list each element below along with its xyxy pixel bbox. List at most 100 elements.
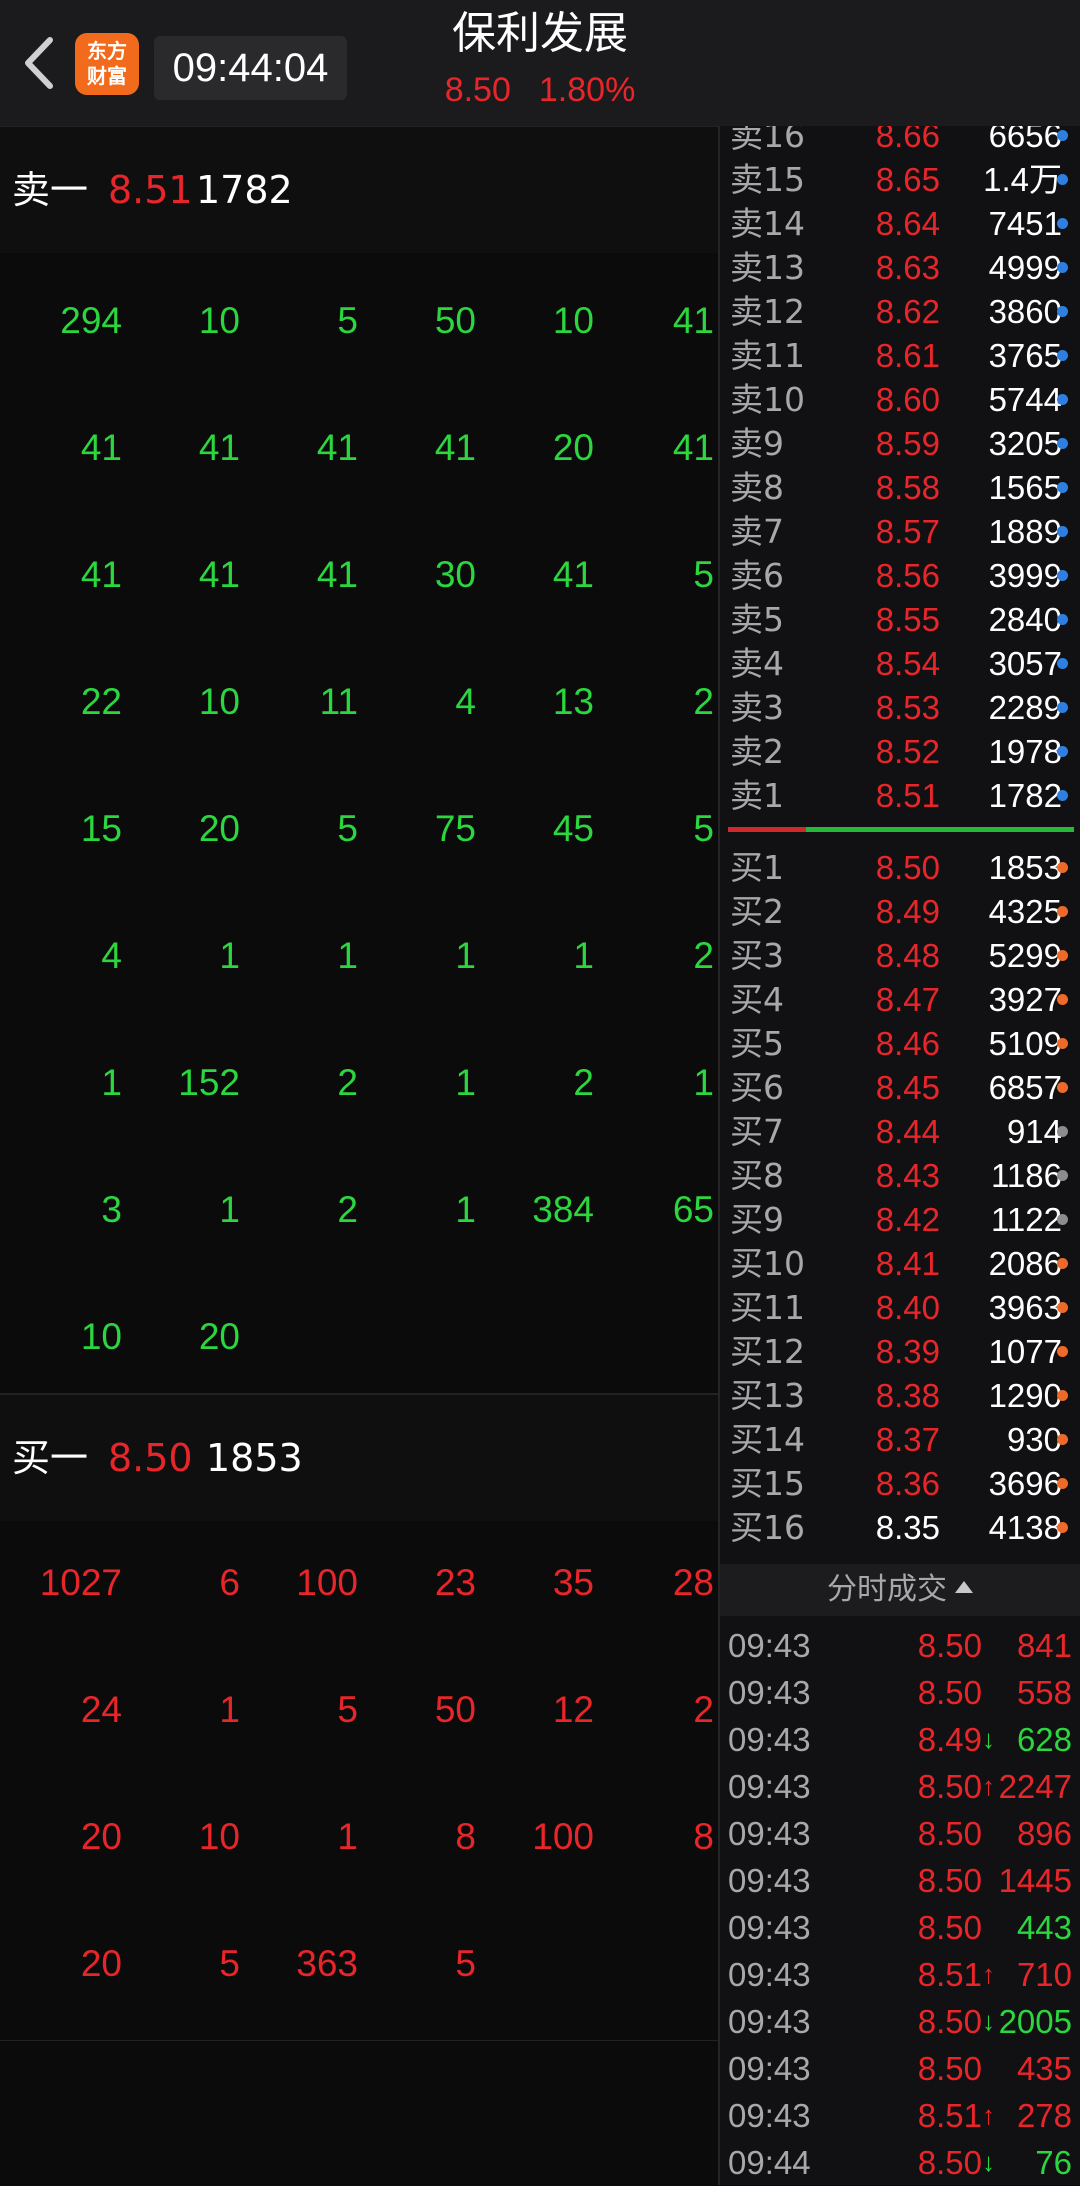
ask-volume: 7451 [988,205,1062,242]
bid-row[interactable]: 买16 8.35 4138 [720,1506,1080,1550]
ask-row[interactable]: 卖11 8.61 3765 [720,334,1080,378]
queue-order-cell: 28 [672,1562,714,1603]
bid-row[interactable]: 买5 8.46 5109 [720,1022,1080,1066]
queue-order-cell: 41 [552,554,594,595]
ask-row[interactable]: 卖6 8.56 3999 [720,554,1080,598]
trades-tab[interactable]: 分时成交 [720,1564,1080,1616]
ask-price: 8.57 [875,513,940,550]
ask-price: 8.59 [875,425,940,462]
queue-order-cell: 65 [672,1189,714,1230]
ask-row[interactable]: 卖3 8.53 2289 [720,686,1080,730]
ask-row[interactable]: 卖7 8.57 1889 [720,510,1080,554]
bid-row[interactable]: 买3 8.48 5299 [720,934,1080,978]
bid-label: 买11 [730,1288,805,1327]
ask-row[interactable]: 卖15 8.65 1.4万 [720,158,1080,202]
queue-order-cell: 2 [693,935,714,976]
bid-row[interactable]: 买4 8.47 3927 [720,978,1080,1022]
bid-row[interactable]: 买12 8.39 1077 [720,1330,1080,1374]
trade-time: 09:43 [728,1815,811,1852]
queue-order-cell: 41 [316,554,358,595]
queue-order-cell: 41 [80,554,122,595]
ask-row[interactable]: 卖16 8.66 6656 [720,126,1080,158]
queue-panel: 卖一 8.51 1782 294 10 5 50 10 41 41 41 41 41 20 41 41 4… [0,126,718,2041]
bid-price: 8.48 [875,937,940,974]
bid-row[interactable]: 买15 8.36 3696 [720,1462,1080,1506]
bid-label: 买3 [730,936,784,975]
order-dot-icon [1057,438,1068,449]
ask-row[interactable]: 卖8 8.58 1565 [720,466,1080,510]
queue-order-cell: 4 [101,935,122,976]
bid-row[interactable]: 买2 8.49 4325 [720,890,1080,934]
sell-one-volume: 1782 [196,168,293,212]
ask-volume: 3057 [988,645,1062,682]
trade-volume: 628 [1016,1721,1072,1758]
ask-price: 8.62 [875,293,940,330]
back-button[interactable] [14,30,74,96]
order-book[interactable]: 卖16 8.66 6656 卖15 8.65 1.4万 卖14 8.64 7451 卖13 8.63… [720,126,1080,1560]
bid-row[interactable]: 买1 8.50 1853 [720,846,1080,890]
ask-volume: 2289 [988,689,1062,726]
order-dot-icon [1057,1258,1068,1269]
trade-price: 8.50 [917,1768,982,1805]
queue-order-cell: 384 [532,1189,594,1230]
bid-row[interactable]: 买7 8.44 914 [720,1110,1080,1154]
queue-order-cell: 294 [60,300,122,341]
queue-order-cell: 20 [80,1943,122,1984]
queue-order-cell: 1 [573,935,594,976]
queue-order-cell: 5 [337,1689,358,1730]
bid-row[interactable]: 买9 8.42 1122 [720,1198,1080,1242]
trade-price: 8.50 [917,1627,982,1664]
ask-price: 8.63 [875,249,940,286]
ask-row[interactable]: 卖2 8.52 1978 [720,730,1080,774]
ask-volume: 1978 [988,733,1062,770]
bid-row[interactable]: 买14 8.37 930 [720,1418,1080,1462]
ask-row[interactable]: 卖5 8.55 2840 [720,598,1080,642]
ask-label: 卖7 [730,512,784,551]
ask-row[interactable]: 卖1 8.51 1782 [720,774,1080,818]
ask-volume: 1889 [988,513,1062,550]
ask-row[interactable]: 卖9 8.59 3205 [720,422,1080,466]
bid-row[interactable]: 买13 8.38 1290 [720,1374,1080,1418]
trade-volume: 2247 [998,1768,1072,1805]
order-dot-icon [1057,526,1068,537]
order-dot-icon [1057,306,1068,317]
bid-row[interactable]: 买8 8.43 1186 [720,1154,1080,1198]
order-dot-icon [1057,1346,1068,1357]
queue-order-cell: 100 [532,1816,594,1857]
bid-volume: 1186 [991,1157,1062,1194]
ask-volume: 1.4万 [983,161,1062,198]
ask-row[interactable]: 卖4 8.54 3057 [720,642,1080,686]
bid-price: 8.49 [875,893,940,930]
ask-row[interactable]: 卖12 8.62 3860 [720,290,1080,334]
trade-volume: 2005 [998,2003,1072,2040]
ask-price: 8.64 [875,205,940,242]
order-dot-icon [1057,174,1068,185]
queue-order-cell: 152 [178,1062,240,1103]
bid-volume: 4138 [988,1509,1062,1546]
ask-price: 8.61 [875,337,940,374]
ask-row[interactable]: 卖13 8.63 4999 [720,246,1080,290]
queue-order-cell: 2 [337,1062,358,1103]
trade-time: 09:43 [728,1674,811,1711]
ask-price: 8.51 [875,777,940,814]
queue-order-cell: 23 [434,1562,476,1603]
chevron-left-icon [25,37,53,89]
trade-volume: 1445 [998,1862,1072,1899]
bid-row[interactable]: 买6 8.45 6857 [720,1066,1080,1110]
queue-order-cell: 5 [455,1943,476,1984]
bid-row[interactable]: 买11 8.40 3963 [720,1286,1080,1330]
ask-label: 卖6 [730,556,784,595]
trade-price: 8.49 [917,1721,982,1758]
bid-label: 买12 [730,1332,805,1371]
order-dot-icon [1057,790,1068,801]
ask-row[interactable]: 卖14 8.64 7451 [720,202,1080,246]
queue-order-cell: 41 [316,427,358,468]
bid-label: 买14 [730,1420,805,1459]
bid-volume: 2086 [988,1245,1062,1282]
ask-label: 卖12 [730,292,805,331]
queue-order-cell: 10 [552,300,594,341]
queue-order-cell: 41 [672,427,714,468]
ask-row[interactable]: 卖10 8.60 5744 [720,378,1080,422]
trade-row: 09:43 8.50 558 [720,1669,1080,1716]
bid-row[interactable]: 买10 8.41 2086 [720,1242,1080,1286]
